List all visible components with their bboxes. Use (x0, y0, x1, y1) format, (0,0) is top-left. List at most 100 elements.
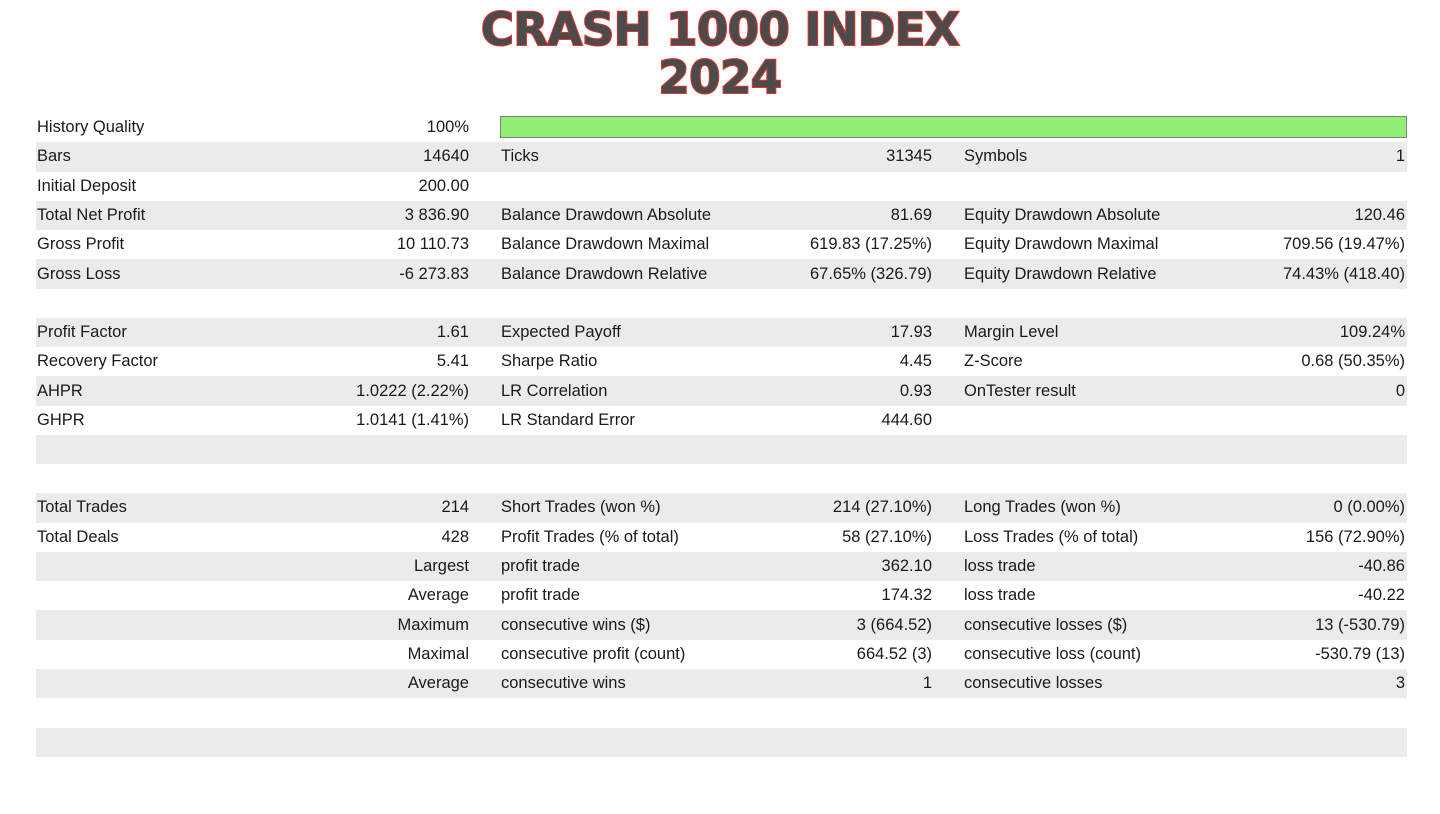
row-value-largest-loss-trade: -40.86 (1358, 557, 1405, 575)
row-value-total-trades: 214 (441, 498, 469, 517)
table-row: History Quality 100% (36, 113, 1407, 143)
row-value-ontester-result: 0 (1395, 381, 1405, 400)
row-label-short-trades: Short Trades (won %) (501, 498, 661, 517)
table-row: GHPR 1.0141 (1.41%) LR Standard Error 44… (36, 405, 1407, 435)
row-label-equity-drawdown-absolute: Equity Drawdown Absolute (964, 206, 1161, 225)
row-label-average-profit-trade: profit trade (501, 586, 580, 605)
row-value-lr-correlation: 0.93 (899, 381, 932, 400)
row-label-equity-drawdown-relative: Equity Drawdown Relative (964, 264, 1157, 283)
row-value-long-trades: 0 (0.00%) (1333, 498, 1405, 517)
table-row: Recovery Factor 5.41 Sharpe Ratio 4.45 Z… (36, 347, 1407, 377)
row-label-gross-loss: Gross Loss (37, 264, 121, 283)
row-label-symbols: Symbols (964, 147, 1028, 166)
strategy-tester-report: CRASH 1000 INDEX 2024 History Quality 10… (0, 0, 1440, 814)
row-value-max-consecutive-losses: 13 (-530.79) (1315, 615, 1405, 634)
row-label-maximal-consecutive-loss: consecutive loss (count) (964, 644, 1141, 663)
row-value-equity-drawdown-absolute: 120.46 (1354, 206, 1405, 225)
row-value-average-consecutive-wins: 1 (922, 674, 932, 693)
table-row: Maximum consecutive wins ($) 3 (664.52) … (36, 610, 1407, 640)
table-row: AHPR 1.0222 (2.22%) LR Correlation 0.93 … (36, 376, 1407, 406)
row-label-lr-correlation: LR Correlation (501, 381, 608, 400)
row-value-lr-standard-error: 444.60 (881, 410, 932, 429)
row-value-expected-payoff: 17.93 (890, 322, 932, 341)
row-qualifier-average: Average (407, 586, 469, 605)
section-separator (36, 288, 1407, 318)
report-title: CRASH 1000 INDEX 2024 (0, 3, 1440, 102)
row-label-ticks: Ticks (501, 147, 539, 166)
row-qualifier-maximal: Maximal (407, 644, 469, 663)
row-label-maximal-consecutive-profit: consecutive profit (count) (501, 644, 686, 663)
row-label-total-deals: Total Deals (37, 527, 119, 546)
row-value-balance-drawdown-relative: 67.65% (326.79) (809, 264, 932, 283)
row-value-ahpr: 1.0222 (2.22%) (356, 381, 469, 400)
row-label-sharpe-ratio: Sharpe Ratio (501, 352, 598, 371)
row-value-equity-drawdown-maximal: 709.56 (19.47%) (1282, 235, 1405, 254)
row-value-history-quality: 100% (426, 118, 469, 137)
row-label-average-loss-trade: loss trade (964, 586, 1036, 605)
row-value-profit-trades: 58 (27.10%) (842, 527, 932, 546)
row-qualifier-largest: Largest (413, 557, 469, 575)
table-row: Profit Factor 1.61 Expected Payoff 17.93… (36, 317, 1407, 348)
table-row: Initial Deposit 200.00 (36, 171, 1407, 201)
table-footer-blank (36, 698, 1407, 728)
row-label-max-consecutive-wins: consecutive wins ($) (501, 615, 651, 634)
row-value-initial-deposit: 200.00 (418, 176, 469, 195)
row-label-average-consecutive-losses: consecutive losses (964, 674, 1103, 693)
table-footer-shaded (36, 727, 1407, 757)
row-label-loss-trades: Loss Trades (% of total) (964, 527, 1139, 546)
table-row: Largest profit trade 362.10 loss trade -… (36, 551, 1407, 582)
table-row: Average profit trade 174.32 loss trade -… (36, 581, 1407, 611)
row-value-loss-trades: 156 (72.90%) (1305, 527, 1405, 546)
row-label-ghpr: GHPR (37, 410, 85, 429)
row-qualifier-average-consecutive: Average (407, 674, 469, 693)
row-label-expected-payoff: Expected Payoff (501, 322, 621, 341)
row-value-symbols: 1 (1395, 147, 1405, 166)
row-value-gross-loss: -6 273.83 (399, 264, 469, 283)
table-row: Gross Loss -6 273.83 Balance Drawdown Re… (36, 259, 1407, 289)
row-value-balance-drawdown-maximal: 619.83 (17.25%) (809, 235, 932, 254)
row-label-largest-profit-trade: profit trade (501, 557, 580, 575)
row-value-total-net-profit: 3 836.90 (404, 206, 469, 225)
row-value-sharpe-ratio: 4.45 (899, 352, 932, 371)
row-label-long-trades: Long Trades (won %) (964, 498, 1121, 517)
row-label-lr-standard-error: LR Standard Error (501, 410, 635, 429)
row-value-maximal-consecutive-profit: 664.52 (3) (856, 644, 932, 663)
history-quality-bar (500, 116, 1407, 138)
row-label-largest-loss-trade: loss trade (964, 557, 1036, 575)
statistics-table: History Quality 100% Bars 14640 Ticks 31… (36, 113, 1407, 757)
row-label-balance-drawdown-relative: Balance Drawdown Relative (501, 264, 708, 283)
row-value-bars: 14640 (423, 147, 469, 166)
row-value-balance-drawdown-absolute: 81.69 (890, 206, 932, 225)
row-label-margin-level: Margin Level (964, 322, 1059, 341)
row-label-gross-profit: Gross Profit (37, 235, 125, 254)
row-value-recovery-factor: 5.41 (436, 352, 469, 371)
row-label-total-trades: Total Trades (37, 498, 127, 517)
row-label-max-consecutive-losses: consecutive losses ($) (964, 615, 1128, 634)
table-row: Bars 14640 Ticks 31345 Symbols 1 (36, 142, 1407, 172)
table-row: Gross Profit 10 110.73 Balance Drawdown … (36, 230, 1407, 260)
row-value-ticks: 31345 (886, 147, 932, 166)
row-label-initial-deposit: Initial Deposit (37, 176, 137, 195)
row-label-history-quality: History Quality (37, 118, 145, 137)
row-label-average-consecutive-wins: consecutive wins (501, 674, 626, 693)
row-label-recovery-factor: Recovery Factor (37, 352, 159, 371)
row-label-profit-trades: Profit Trades (% of total) (501, 527, 679, 546)
row-value-equity-drawdown-relative: 74.43% (418.40) (1282, 264, 1405, 283)
row-label-ontester-result: OnTester result (964, 381, 1076, 400)
row-label-profit-factor: Profit Factor (37, 322, 127, 341)
row-label-equity-drawdown-maximal: Equity Drawdown Maximal (964, 235, 1159, 254)
row-value-short-trades: 214 (27.10%) (832, 498, 932, 517)
row-qualifier-maximum: Maximum (397, 615, 469, 634)
table-row: Average consecutive wins 1 consecutive l… (36, 669, 1407, 699)
table-row: Total Trades 214 Short Trades (won %) 21… (36, 493, 1407, 523)
section-separator (36, 434, 1407, 465)
row-value-average-profit-trade: 174.32 (881, 586, 932, 605)
row-value-z-score: 0.68 (50.35%) (1301, 352, 1405, 371)
report-title-line-1: CRASH 1000 INDEX (480, 3, 961, 56)
table-row: Total Deals 428 Profit Trades (% of tota… (36, 522, 1407, 552)
row-value-maximal-consecutive-loss: -530.79 (13) (1315, 644, 1405, 663)
row-value-average-consecutive-losses: 3 (1395, 674, 1405, 693)
row-label-bars: Bars (37, 147, 71, 166)
row-value-max-consecutive-wins: 3 (664.52) (856, 615, 932, 634)
row-value-total-deals: 428 (441, 527, 469, 546)
